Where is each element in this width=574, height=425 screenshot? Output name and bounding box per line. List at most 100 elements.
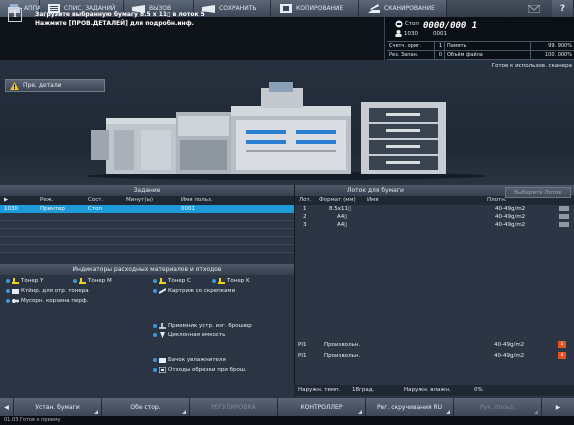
tray-format: A4▯: [337, 222, 348, 228]
job-minutes: [126, 205, 181, 213]
tab-scan-label: СКАНИРОВАНИЕ: [384, 5, 435, 12]
mail-icon: [527, 4, 540, 13]
tray-row[interactable]: 1 8.5x11▯ 40-49g/m2: [295, 205, 574, 213]
check-details-label: Пре. детали: [23, 82, 62, 89]
consumables-panel: Индикаторы расходных материалов и отходо…: [0, 264, 294, 398]
scan-icon: [367, 4, 380, 13]
bottom-bar: ◀ Устан. бумаги Обе стор. РЕГУЛИРОВКА КО…: [0, 398, 574, 416]
col-arrow: ▶: [4, 197, 9, 203]
toner-y-label: Тонер Y: [21, 278, 44, 284]
job-user: 0001: [181, 206, 195, 212]
reserved-label: Рез. Запан.: [387, 51, 435, 59]
job-table-header: ▶ Реж. Сост. Минут(ы) Имя польз.: [0, 196, 294, 205]
tray-row[interactable]: 3 A4▯ 40-49g/m2: [295, 221, 574, 229]
job-row[interactable]: [0, 221, 294, 229]
toner-c-indicator: Тонер C: [153, 278, 191, 284]
user-guide-label: Рук. польз.: [480, 403, 515, 411]
pi-tray-list: PI1 Произвольн. 40-49g/m2 ↓ PI1 Произвол…: [294, 341, 574, 360]
col-format: Формат (мм): [319, 197, 356, 203]
adjustment-button[interactable]: РЕГУЛИРОВКА: [190, 398, 278, 416]
tab-copy[interactable]: КОПИРОВАНИЕ: [271, 0, 359, 17]
tray-id: 2: [303, 214, 307, 220]
status-footer: 01.03 Готов к приему: [0, 416, 574, 425]
user-guide-button[interactable]: Рук. польз.: [454, 398, 542, 416]
job-row[interactable]: [0, 245, 294, 253]
booklet-indicator: Приемник устр. изг. брошюр: [153, 323, 252, 329]
message-line-2: Нажмите [ПРОВ.ДЕТАЛЕЙ] для подробн.инф.: [35, 20, 194, 27]
stop-icon: [395, 20, 403, 28]
tray-name: [366, 341, 486, 349]
tray-weight: 40-49g/m2: [495, 206, 526, 212]
copy-icon: [279, 4, 292, 13]
col-tray: Лот.: [299, 197, 312, 203]
consumables-title: Индикаторы расходных материалов и отходо…: [0, 264, 294, 275]
curl-adjust-label: Рег. скручивания RU: [376, 403, 443, 411]
tray-alert-icon: ↓: [558, 352, 566, 359]
paper-color-swatch: [559, 222, 569, 227]
job-row[interactable]: [0, 237, 294, 245]
help-icon: ?: [559, 3, 566, 14]
controller-button[interactable]: КОНТРОЛЛЕР: [278, 398, 366, 416]
tray-id: PI1: [298, 342, 307, 348]
staple-label: Картриж со скрепками: [168, 288, 236, 294]
counter-row: Рез. Запан. 0 Объём файла 100. 000%: [387, 51, 574, 60]
paper-color-swatch: [559, 214, 569, 219]
col-mode: Реж.: [40, 197, 54, 203]
duplex-button[interactable]: Обе стор.: [102, 398, 190, 416]
booklet-label: Приемник устр. изг. брошюр: [168, 323, 252, 329]
curl-adjust-button[interactable]: Рег. скручивания RU: [366, 398, 454, 416]
tab-scan[interactable]: СКАНИРОВАНИЕ: [359, 0, 447, 17]
job-state: Стоп: [88, 206, 103, 212]
tray-alert-icon: ↓: [558, 341, 566, 348]
toner-y-indicator: Тонер Y: [6, 278, 43, 284]
tray-row[interactable]: 2 A4▯ 40-49g/m2: [295, 213, 574, 221]
warning-icon: [10, 81, 19, 90]
tab-save-label: СОХРАНИТЬ: [219, 5, 257, 12]
paper-setting-label: Устан. бумаги: [35, 403, 80, 411]
counter-row: Счетч. ориг. 1 Память 99. 900%: [387, 42, 574, 51]
reserved-value: 0: [435, 51, 445, 59]
tab-copy-label: КОПИРОВАНИЕ: [296, 5, 344, 12]
tray-weight: 40-49g/m2: [495, 222, 526, 228]
job-panel-title: Задание: [0, 185, 294, 196]
help-button[interactable]: ?: [552, 0, 574, 17]
info-icon: i: [8, 8, 22, 22]
select-tray-button[interactable]: Выберите Лоток: [505, 187, 571, 198]
tray-weight: 40-49g/m2: [495, 214, 526, 220]
job-mode: Принтер: [40, 206, 65, 212]
paper-color-swatch: [559, 206, 569, 211]
tab-mail[interactable]: [447, 0, 552, 17]
waste-toner-indicator: Ктйнр. для отр. тонера: [6, 288, 89, 294]
tray-format: A4▯: [337, 214, 348, 220]
tray-row[interactable]: PI1 Произвольн. 40-49g/m2 ↓: [294, 341, 574, 349]
orig-counter-value: 1: [435, 42, 445, 50]
humidity-value: 0%: [474, 387, 483, 393]
tray-row[interactable]: PI1 Произвольн. 40-49g/m2 ↓: [294, 352, 574, 360]
tray-name: [367, 213, 487, 221]
punch-label: Мусорн. корзина перф.: [21, 298, 89, 304]
scroll-right-button[interactable]: ▶: [542, 398, 574, 416]
job-number: 1030: [404, 31, 418, 37]
tab-save[interactable]: СОХРАНИТЬ: [194, 0, 271, 17]
paper-tray-panel: Лоток для бумаги Лот. Формат (мм) Имя Пл…: [294, 185, 574, 398]
toner-m-indicator: Тонер M: [73, 278, 112, 284]
paper-setting-button[interactable]: Устан. бумаги: [14, 398, 102, 416]
job-row[interactable]: 1030 Принтер Стоп 0001: [0, 205, 294, 213]
message-line-1: Загрузите выбранную бумагу 8.5 x 11▯ в л…: [35, 11, 205, 18]
tray-format: Произвольн.: [324, 342, 361, 348]
printer-machine-image: [86, 80, 486, 180]
file-volume-label: Объём файла: [445, 51, 531, 59]
tray-name: [366, 352, 486, 360]
copy-counter: 0000/000 1: [423, 21, 478, 31]
job-row[interactable]: [0, 229, 294, 237]
toner-c-label: Тонер C: [168, 278, 191, 284]
counter-grid: Счетч. ориг. 1 Память 99. 900% Рез. Запа…: [387, 41, 574, 60]
humidifier-indicator: Бачок увлажнителя: [153, 357, 226, 363]
col-name: Имя: [367, 197, 379, 203]
col-state: Сост.: [88, 197, 104, 203]
tray-name: [367, 221, 487, 229]
scroll-left-button[interactable]: ◀: [0, 398, 14, 416]
humidifier-label: Бачок увлажнителя: [168, 357, 226, 363]
job-row[interactable]: [0, 213, 294, 221]
humidity-label: Наружн. влажн.: [404, 387, 451, 393]
